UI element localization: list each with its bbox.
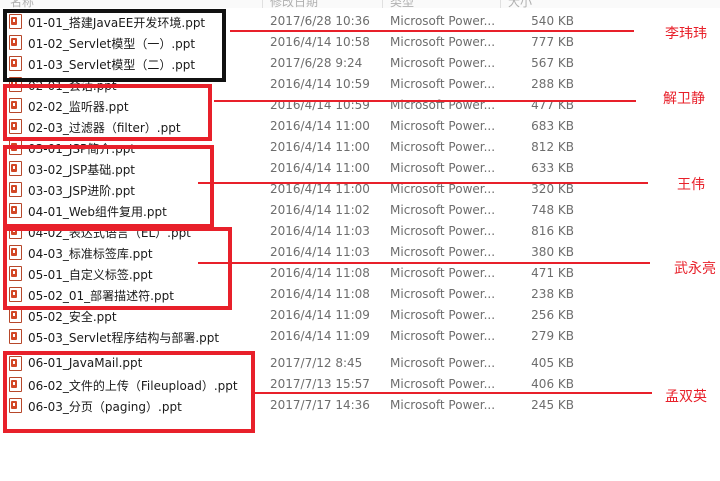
column-divider[interactable] (500, 0, 501, 8)
file-date: 2016/4/14 11:00 (270, 161, 370, 175)
file-type: Microsoft Power... (390, 119, 496, 133)
column-date-header[interactable]: 修改日期 (270, 0, 318, 8)
column-divider[interactable] (262, 0, 263, 8)
file-size: 748 KB (531, 203, 574, 217)
file-size: 777 KB (531, 35, 574, 49)
group-box-5 (3, 351, 255, 433)
file-type: Microsoft Power... (390, 266, 496, 280)
ppt-file-icon (9, 308, 22, 323)
ppt-file-icon (9, 329, 22, 344)
file-date: 2016/4/14 11:08 (270, 266, 370, 280)
file-size: 238 KB (531, 287, 574, 301)
group-box-3 (3, 145, 214, 228)
file-date: 2017/6/28 10:36 (270, 14, 370, 28)
file-type: Microsoft Power... (390, 245, 496, 259)
file-size: 405 KB (531, 356, 574, 370)
file-date: 2017/7/13 15:57 (270, 377, 370, 391)
annotation-line-3 (198, 182, 648, 184)
file-size: 633 KB (531, 161, 574, 175)
annotation-line-5 (255, 392, 652, 394)
file-size: 567 KB (531, 56, 574, 70)
column-size-header[interactable]: 大小 (508, 0, 532, 8)
file-type: Microsoft Power... (390, 377, 496, 391)
file-size: 380 KB (531, 245, 574, 259)
file-size: 812 KB (531, 140, 574, 154)
annotation-label-4: 武永亮 (674, 261, 716, 277)
file-type: Microsoft Power... (390, 140, 496, 154)
file-type: Microsoft Power... (390, 161, 496, 175)
file-date: 2016/4/14 11:08 (270, 287, 370, 301)
column-header: 名称 修改日期 类型 大小 (0, 0, 720, 8)
file-type: Microsoft Power... (390, 182, 496, 196)
group-box-2 (3, 84, 212, 141)
file-row[interactable]: 05-03_Servlet程序结构与部署.ppt 2016/4/14 11:09 M… (0, 326, 720, 347)
file-size: 540 KB (531, 14, 574, 28)
annotation-line-2 (214, 100, 636, 102)
file-name: 05-02_安全.ppt (28, 310, 117, 324)
file-type: Microsoft Power... (390, 14, 496, 28)
file-type: Microsoft Power... (390, 203, 496, 217)
file-date: 2016/4/14 11:09 (270, 329, 370, 343)
column-type-header[interactable]: 类型 (390, 0, 414, 8)
file-date: 2016/4/14 11:03 (270, 245, 370, 259)
file-size: 288 KB (531, 77, 574, 91)
column-divider[interactable] (382, 0, 383, 8)
file-size: 471 KB (531, 266, 574, 280)
file-type: Microsoft Power... (390, 398, 496, 412)
group-box-1 (3, 9, 226, 82)
file-date: 2016/4/14 11:02 (270, 203, 370, 217)
file-type: Microsoft Power... (390, 224, 496, 238)
file-date: 2016/4/14 10:59 (270, 77, 370, 91)
file-size: 279 KB (531, 329, 574, 343)
file-type: Microsoft Power... (390, 35, 496, 49)
file-date: 2017/7/12 8:45 (270, 356, 363, 370)
annotation-line-4 (198, 262, 650, 264)
annotation-label-2: 解卫静 (663, 91, 705, 107)
file-size: 245 KB (531, 398, 574, 412)
column-name-header[interactable]: 名称 (10, 0, 34, 8)
annotation-line-1 (230, 30, 634, 32)
file-type: Microsoft Power... (390, 287, 496, 301)
file-date: 2016/4/14 10:58 (270, 35, 370, 49)
file-name: 05-03_Servlet程序结构与部署.ppt (28, 331, 220, 345)
annotation-label-5: 孟双英 (665, 389, 707, 405)
group-box-4 (3, 227, 232, 310)
file-size: 256 KB (531, 308, 574, 322)
file-date: 2017/6/28 9:24 (270, 56, 363, 70)
file-date: 2017/7/17 14:36 (270, 398, 370, 412)
file-size: 683 KB (531, 119, 574, 133)
file-size: 320 KB (531, 182, 574, 196)
file-size: 406 KB (531, 377, 574, 391)
file-size: 816 KB (531, 224, 574, 238)
file-type: Microsoft Power... (390, 329, 496, 343)
file-date: 2016/4/14 11:09 (270, 308, 370, 322)
file-date: 2016/4/14 11:03 (270, 224, 370, 238)
annotation-label-1: 李玮玮 (665, 26, 707, 42)
file-type: Microsoft Power... (390, 56, 496, 70)
file-date: 2016/4/14 11:00 (270, 119, 370, 133)
file-type: Microsoft Power... (390, 77, 496, 91)
file-date: 2016/4/14 11:00 (270, 140, 370, 154)
annotation-label-3: 王伟 (677, 177, 705, 193)
file-date: 2016/4/14 11:00 (270, 182, 370, 196)
file-type: Microsoft Power... (390, 356, 496, 370)
file-type: Microsoft Power... (390, 308, 496, 322)
